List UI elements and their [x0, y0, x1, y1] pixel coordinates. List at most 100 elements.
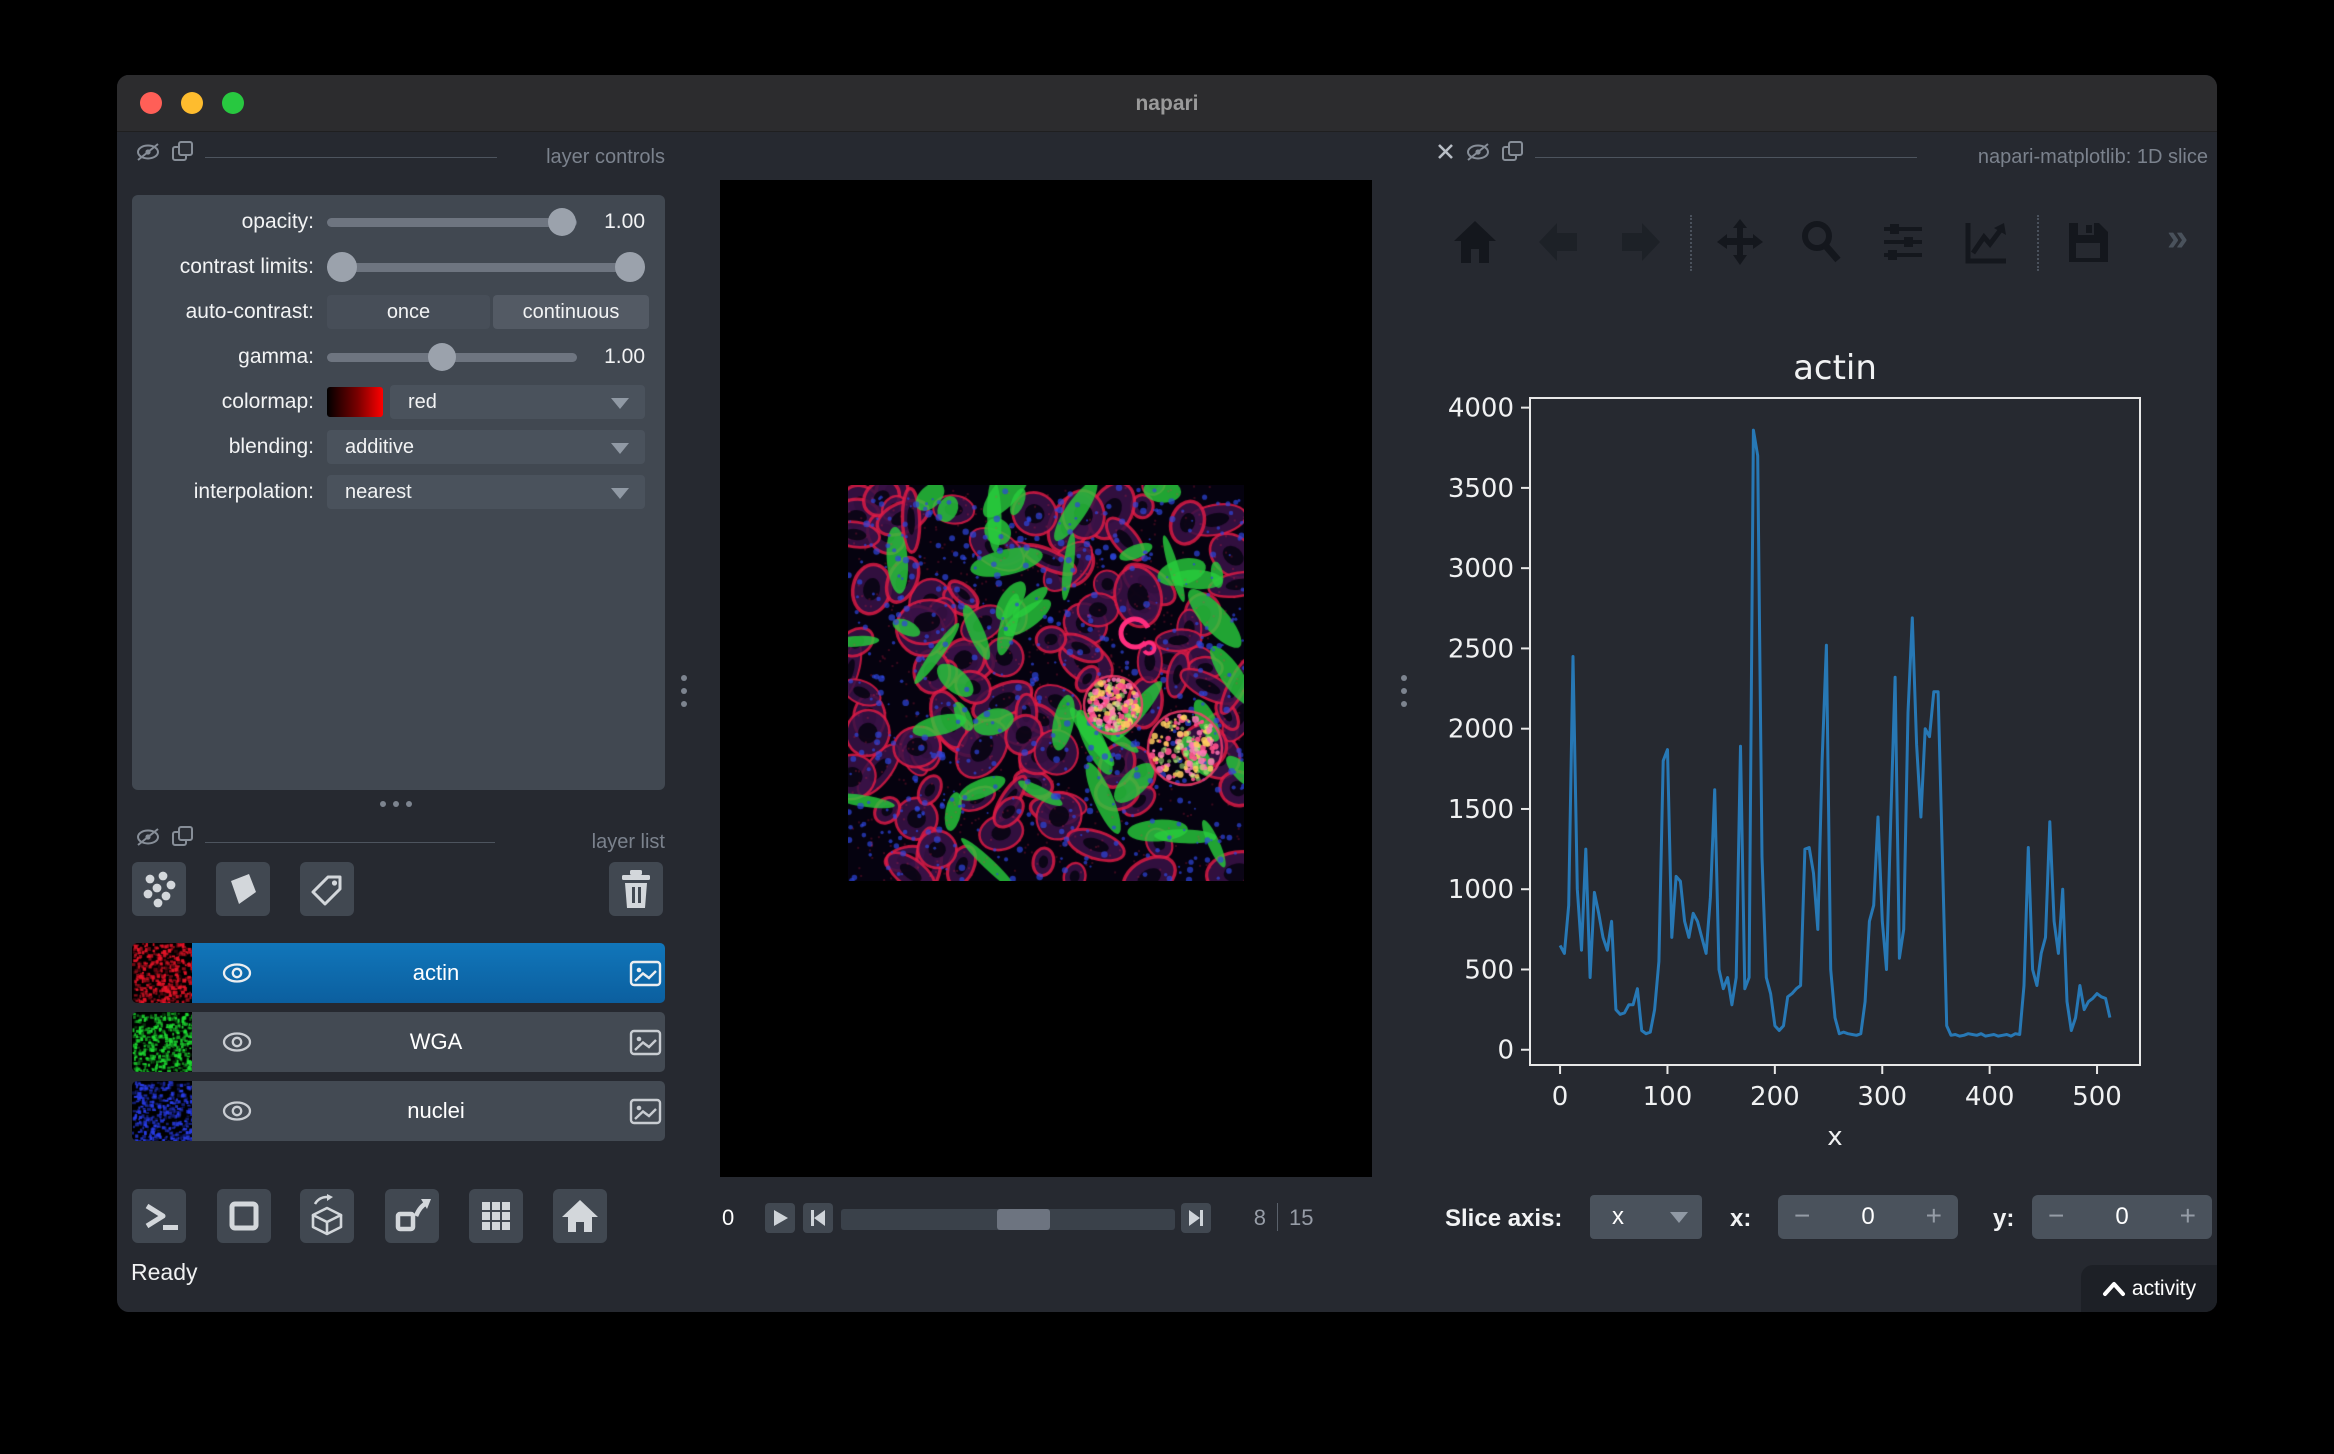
panel-splitter-handle[interactable]: [380, 801, 412, 807]
mpl-subplots-button[interactable]: [1876, 215, 1930, 274]
mpl-zoom-button[interactable]: [1793, 215, 1847, 274]
interpolation-label: interpolation:: [132, 475, 314, 509]
mpl-forward-button[interactable]: [1614, 215, 1668, 274]
delete-layer-button[interactable]: [609, 862, 663, 916]
home-reset-view-button[interactable]: [553, 1189, 607, 1243]
x-spinbox[interactable]: − 0 +: [1778, 1195, 1958, 1239]
mpl-more-tools-icon[interactable]: »: [2167, 217, 2188, 260]
svg-text:200: 200: [1750, 1082, 1800, 1112]
float-layer-controls-icon[interactable]: [171, 140, 195, 164]
float-layer-list-icon[interactable]: [171, 825, 195, 849]
layer-row-actin[interactable]: actin: [132, 943, 665, 1003]
increment-icon[interactable]: +: [2180, 1195, 2196, 1239]
dim-slider-track[interactable]: [841, 1209, 1175, 1230]
mpl-customize-button[interactable]: [1958, 215, 2012, 274]
contrast-limits-low-handle[interactable]: [327, 252, 357, 282]
add-points-layer-button[interactable]: [132, 862, 186, 916]
total-frames: 15: [1289, 1203, 1313, 1233]
image-layer-icon: [629, 960, 663, 988]
skip-end-icon: [1186, 1208, 1206, 1228]
napari-window: napari layer controls opacity: 1.00 cont…: [117, 75, 2217, 1312]
mpl-back-button[interactable]: [1531, 215, 1585, 274]
svg-text:500: 500: [1464, 955, 1514, 985]
slice-chart-svg[interactable]: 0500100015002000250030003500400001002003…: [1437, 345, 2157, 1155]
activity-label: activity: [2132, 1277, 2196, 1301]
svg-text:4000: 4000: [1448, 394, 1514, 424]
gamma-slider-handle[interactable]: [428, 343, 456, 371]
ndisplay-3d-button[interactable]: [300, 1189, 354, 1243]
auto-contrast-once-button[interactable]: once: [327, 295, 490, 329]
svg-text:x: x: [1827, 1122, 1842, 1152]
mpl-home-icon: [1448, 215, 1502, 269]
divider: [1690, 215, 1692, 271]
roll-dimensions-button[interactable]: [385, 1189, 439, 1243]
chevron-down-icon: [611, 443, 629, 454]
layer-thumbnail-wga: [132, 1012, 192, 1072]
slice-axis-dropdown[interactable]: x: [1590, 1195, 1702, 1239]
grid-view-button[interactable]: [469, 1189, 523, 1243]
labels-layer-icon: [306, 868, 348, 910]
current-frame: 8: [1244, 1203, 1266, 1233]
slice-axis-value: x: [1612, 1203, 1624, 1231]
float-plot-dock-icon[interactable]: [1501, 140, 1525, 164]
svg-text:1000: 1000: [1448, 875, 1514, 905]
close-plot-dock-icon[interactable]: [1435, 141, 1457, 163]
slice-plot[interactable]: 0500100015002000250030003500400001002003…: [1437, 345, 2157, 1155]
title-bar: napari: [117, 75, 2217, 132]
image-layer-icon: [629, 1098, 663, 1126]
add-shapes-layer-button[interactable]: [216, 862, 270, 916]
contrast-limits-high-handle[interactable]: [615, 252, 645, 282]
left-splitter-handle[interactable]: [681, 675, 687, 707]
hide-layer-list-icon[interactable]: [135, 826, 163, 848]
add-labels-layer-button[interactable]: [300, 862, 354, 916]
svg-text:1500: 1500: [1448, 795, 1514, 825]
interpolation-dropdown[interactable]: nearest: [327, 475, 645, 509]
mpl-save-button[interactable]: [2061, 215, 2115, 274]
window-title: napari: [117, 75, 2217, 132]
viewer-canvas[interactable]: [720, 180, 1372, 1177]
layer-row-nuclei[interactable]: nuclei: [132, 1081, 665, 1141]
play-button[interactable]: [765, 1203, 795, 1233]
opacity-slider-handle[interactable]: [548, 208, 576, 236]
colormap-dropdown[interactable]: red: [390, 385, 645, 419]
specimen-image[interactable]: [848, 485, 1244, 881]
status-ready: Ready: [131, 1259, 197, 1286]
layer-list-dock-title: layer list: [507, 831, 665, 854]
skip-to-end-button[interactable]: [1181, 1203, 1211, 1233]
console-button[interactable]: [132, 1189, 186, 1243]
hide-layer-controls-icon[interactable]: [135, 141, 163, 163]
mpl-home-button[interactable]: [1448, 215, 1502, 274]
opacity-label: opacity:: [132, 205, 314, 239]
svg-text:2500: 2500: [1448, 634, 1514, 664]
layer-controls-panel: opacity: 1.00 contrast limits: auto-cont…: [132, 195, 665, 790]
activity-button[interactable]: activity: [2081, 1265, 2217, 1312]
opacity-slider[interactable]: [327, 218, 577, 227]
chevron-down-icon: [611, 488, 629, 499]
auto-contrast-continuous-button[interactable]: continuous: [493, 295, 649, 329]
contrast-limits-slider[interactable]: [327, 263, 645, 272]
dim-slider-handle[interactable]: [997, 1209, 1050, 1230]
hide-plot-dock-icon[interactable]: [1465, 141, 1493, 163]
right-splitter-handle[interactable]: [1401, 675, 1407, 707]
y-spin-label: y:: [1993, 1205, 2014, 1233]
mpl-pan-icon: [1713, 215, 1767, 269]
layer-row-wga[interactable]: WGA: [132, 1012, 665, 1072]
layer-controls-dock-title: layer controls: [507, 146, 665, 169]
increment-icon[interactable]: +: [1926, 1195, 1942, 1239]
mpl-pan-button[interactable]: [1713, 215, 1767, 274]
skip-to-start-button[interactable]: [803, 1203, 833, 1233]
gamma-value: 1.00: [580, 340, 645, 374]
ndisplay-2d-button[interactable]: [217, 1189, 271, 1243]
console-icon: [139, 1196, 179, 1236]
layer-thumbnail-actin: [132, 943, 192, 1003]
chevron-down-icon: [611, 398, 629, 409]
mpl-subplots-icon: [1876, 215, 1930, 269]
divider: [2037, 215, 2039, 271]
mpl-back-icon: [1531, 215, 1585, 269]
blending-dropdown[interactable]: additive: [327, 430, 645, 464]
skip-start-icon: [808, 1208, 828, 1228]
svg-text:actin: actin: [1793, 348, 1877, 388]
chevron-down-icon: [1670, 1212, 1688, 1223]
y-spinbox[interactable]: − 0 +: [2032, 1195, 2212, 1239]
interpolation-value: nearest: [345, 481, 412, 503]
